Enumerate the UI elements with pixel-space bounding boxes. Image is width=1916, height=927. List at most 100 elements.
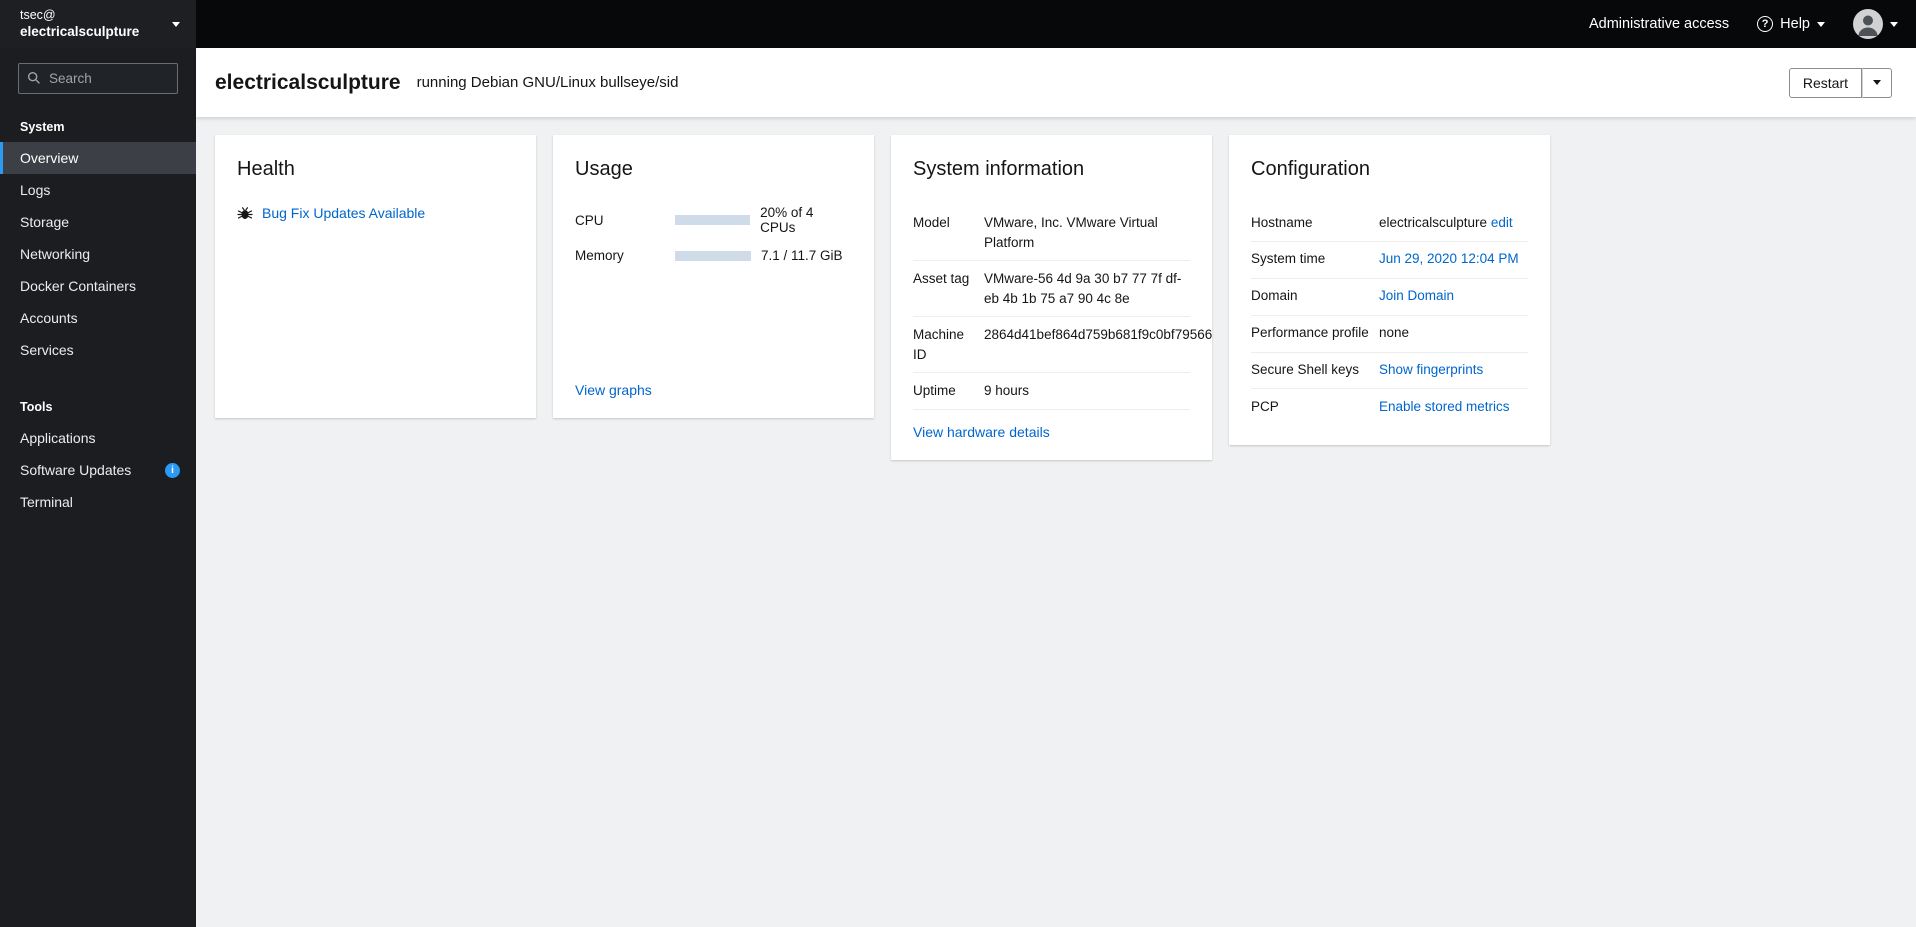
os-description: running Debian GNU/Linux bullseye/sid [416, 74, 679, 91]
sidebar-item-terminal[interactable]: Terminal [0, 486, 196, 518]
secure-shell-keys-value: Show fingerprints [1379, 361, 1528, 380]
memory-progress-bar [675, 250, 751, 261]
restart-dropdown-toggle[interactable] [1862, 67, 1892, 98]
cpu-label: CPU [575, 212, 604, 228]
configuration-table: Hostname electricalsculpture edit System… [1251, 205, 1528, 425]
sidebar-item-services[interactable]: Services [0, 334, 196, 366]
chevron-down-icon [1890, 21, 1898, 27]
hostname-value: electricalsculpture edit [1379, 214, 1528, 233]
table-row: System time Jun 29, 2020 12:04 PM [1251, 242, 1528, 279]
sidebar-item-software-updates[interactable]: Software Updates i [0, 454, 196, 486]
performance-profile-label: Performance profile [1251, 325, 1369, 341]
sidebar-item-applications[interactable]: Applications [0, 422, 196, 454]
model-value: VMware, Inc. VMware Virtual Platform [984, 215, 1158, 250]
sidebar: tsec@ electricalsculpture System Overvie… [0, 0, 196, 927]
host-selector[interactable]: tsec@ electricalsculpture [0, 0, 196, 48]
nav-section-title: Tools [20, 400, 53, 414]
search-icon [27, 71, 40, 84]
card-title: Configuration [1251, 158, 1370, 180]
table-row: Machine ID 2864d41bef864d759b681f9c0bf79… [913, 317, 1212, 374]
sidebar-nav: System Overview Logs Storage Networking … [0, 106, 196, 518]
domain-label: Domain [1251, 288, 1298, 304]
card-title: Usage [575, 158, 633, 180]
search-input[interactable] [18, 63, 178, 94]
system-information-card: System information Model VMware, Inc. VM… [891, 135, 1212, 460]
system-time-label: System time [1251, 251, 1326, 267]
usage-card-footer: View graphs [575, 368, 852, 398]
card-title: System information [913, 158, 1085, 180]
restart-button[interactable]: Restart [1788, 67, 1862, 98]
memory-value: 7.1 / 11.7 GiB [761, 248, 843, 263]
chevron-down-icon [1873, 80, 1881, 85]
sidebar-item-logs[interactable]: Logs [0, 174, 196, 206]
table-row: Secure Shell keys Show fingerprints [1251, 353, 1528, 390]
help-menu-button[interactable]: ? Help [1757, 16, 1825, 32]
secure-shell-keys-label: Secure Shell keys [1251, 362, 1360, 378]
table-row: Uptime 9 hours [913, 373, 1190, 410]
uptime-label: Uptime [913, 383, 956, 399]
help-label: Help [1780, 16, 1810, 32]
administrative-access-label: Administrative access [1588, 16, 1730, 32]
table-row: PCP Enable stored metrics [1251, 389, 1528, 425]
edit-hostname-link[interactable]: edit [1491, 215, 1513, 230]
sidebar-item-label: Applications [20, 430, 96, 446]
hostname-text: electricalsculpture [1379, 214, 1488, 230]
sidebar-item-docker-containers[interactable]: Docker Containers [0, 270, 196, 302]
join-domain-link[interactable]: Join Domain [1379, 288, 1454, 303]
cpu-usage-row: CPU 20% of 4 CPUs [575, 205, 852, 235]
sidebar-item-label: Services [20, 342, 74, 358]
view-graphs-link[interactable]: View graphs [575, 382, 652, 398]
sidebar-item-accounts[interactable]: Accounts [0, 302, 196, 334]
memory-usage-row: Memory 7.1 / 11.7 GiB [575, 248, 852, 263]
sidebar-item-networking[interactable]: Networking [0, 238, 196, 270]
masthead: electricalsculpture running Debian GNU/L… [196, 48, 1916, 117]
uptime-value: 9 hours [984, 383, 1030, 399]
help-icon: ? [1757, 16, 1774, 32]
asset-tag-label: Asset tag [913, 271, 970, 287]
table-row: Asset tag VMware-56 4d 9a 30 b7 77 7f df… [913, 261, 1190, 318]
performance-profile-value: none [1379, 325, 1410, 341]
nav-section-tools: Tools Applications Software Updates i Te… [0, 392, 196, 518]
cpu-value: 20% of 4 CPUs [760, 205, 814, 235]
machine-id-value: 2864d41bef864d759b681f9c0bf79566 [984, 327, 1213, 343]
overview-content: Health Bug Fix Updates Available Usage C… [196, 117, 1916, 927]
sidebar-item-label: Accounts [20, 310, 78, 326]
table-row: Hostname electricalsculpture edit [1251, 205, 1528, 242]
view-hardware-details-link[interactable]: View hardware details [913, 424, 1050, 440]
enable-stored-metrics-link[interactable]: Enable stored metrics [1379, 399, 1510, 414]
cpu-progress-bar [674, 215, 751, 225]
hostname-label: Hostname [1251, 214, 1313, 230]
sidebar-item-label: Software Updates [20, 462, 132, 478]
cockpit-app: tsec@ electricalsculpture System Overvie… [0, 0, 1916, 927]
page-title: electricalsculpture [215, 70, 401, 94]
configuration-card: Configuration Hostname electricalsculptu… [1229, 135, 1550, 446]
bug-fix-updates-link[interactable]: Bug Fix Updates Available [262, 205, 425, 221]
sidebar-item-storage[interactable]: Storage [0, 206, 196, 238]
usage-card: Usage CPU 20% of 4 CPUs Memory 7.1 / 11.… [553, 135, 874, 418]
user-menu-button[interactable] [1853, 9, 1898, 39]
search-container [18, 63, 178, 94]
sidebar-item-overview[interactable]: Overview [0, 142, 196, 174]
nav-section-title: System [20, 120, 65, 134]
sidebar-item-label: Overview [20, 150, 79, 166]
system-time-link[interactable]: Jun 29, 2020 12:04 PM [1379, 251, 1519, 266]
pcp-value: Enable stored metrics [1379, 398, 1528, 417]
restart-split-button: Restart [1788, 67, 1892, 98]
card-title: Health [237, 158, 295, 180]
main-column: Administrative access ? Help electricals… [196, 0, 1916, 927]
model-label: Model [913, 215, 950, 230]
table-row: Domain Join Domain [1251, 279, 1528, 316]
health-card: Health Bug Fix Updates Available [215, 135, 536, 418]
sidebar-item-label: Logs [20, 182, 51, 198]
topbar: Administrative access ? Help [196, 0, 1916, 48]
sidebar-item-label: Terminal [20, 494, 73, 510]
show-fingerprints-link[interactable]: Show fingerprints [1379, 362, 1483, 377]
avatar [1853, 9, 1883, 39]
info-icon: i [165, 462, 180, 478]
administrative-access-button[interactable]: Administrative access [1589, 16, 1729, 32]
table-row: Performance profile none [1251, 316, 1528, 353]
system-information-table: Model VMware, Inc. VMware Virtual Platfo… [913, 205, 1212, 410]
host-name-label: electricalsculpture [20, 24, 140, 40]
machine-id-label: Machine ID [913, 327, 965, 362]
memory-label: Memory [575, 248, 624, 263]
